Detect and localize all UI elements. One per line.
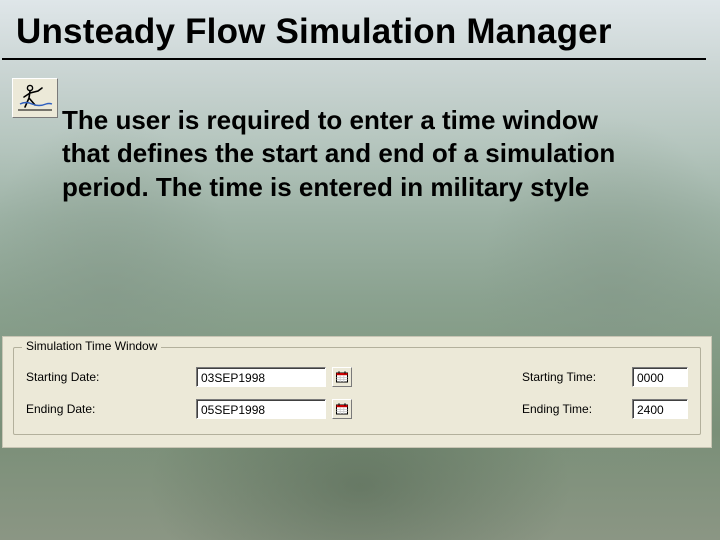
- slide: Unsteady Flow Simulation Manager The use…: [0, 0, 720, 540]
- ending-date-label: Ending Date:: [26, 402, 196, 416]
- page-title: Unsteady Flow Simulation Manager: [0, 0, 720, 52]
- fieldset-legend: Simulation Time Window: [22, 339, 161, 353]
- ending-date-input[interactable]: 05SEP1998: [196, 399, 326, 419]
- time-window-fieldset: Simulation Time Window Starting Date: 03…: [13, 347, 701, 435]
- calendar-icon: [335, 370, 349, 384]
- starting-date-label: Starting Date:: [26, 370, 196, 384]
- starting-time-label: Starting Time:: [522, 370, 632, 384]
- body-text: The user is required to enter a time win…: [62, 104, 630, 204]
- calendar-icon: [335, 402, 349, 416]
- starting-date-input[interactable]: 03SEP1998: [196, 367, 326, 387]
- starting-time-input[interactable]: 0000: [632, 367, 688, 387]
- title-underline: [2, 58, 706, 60]
- time-window-panel: Simulation Time Window Starting Date: 03…: [2, 336, 712, 448]
- ending-time-input[interactable]: 2400: [632, 399, 688, 419]
- ending-time-label: Ending Time:: [522, 402, 632, 416]
- row-starting: Starting Date: 03SEP1998 Starti: [26, 364, 688, 390]
- row-ending: Ending Date: 05SEP1998 Ending T: [26, 396, 688, 422]
- runner-icon: [12, 78, 58, 118]
- ending-date-calendar-button[interactable]: [332, 399, 352, 419]
- starting-date-calendar-button[interactable]: [332, 367, 352, 387]
